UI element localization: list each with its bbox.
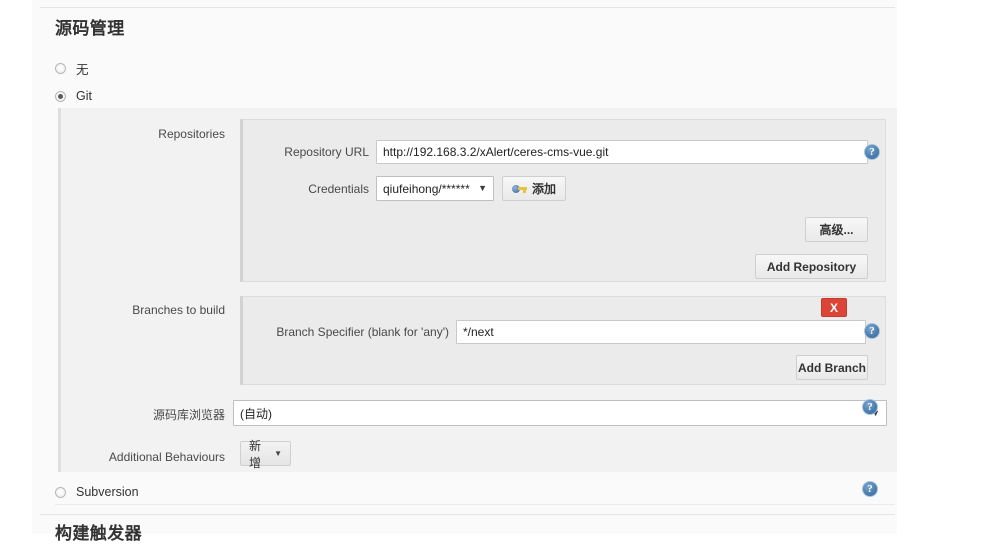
radio-none[interactable] [55, 62, 66, 74]
help-icon-repository-browser[interactable]: ? [862, 399, 878, 415]
add-branch-button-label: Add Branch [797, 360, 866, 375]
scm-option-none-label: 无 [76, 62, 89, 77]
branch-specifier-input[interactable] [456, 320, 866, 344]
repositories-label: Repositories [158, 127, 225, 141]
git-config-panel: Repositories Repository URL Credentials … [58, 108, 897, 472]
advanced-button[interactable]: 高级... [805, 217, 868, 242]
scm-option-subversion[interactable]: Subversion [55, 482, 139, 502]
add-branch-button[interactable]: Add Branch [796, 355, 868, 380]
radio-subversion[interactable] [55, 486, 66, 498]
repositories-panel: Repository URL Credentials qiufeihong/**… [240, 119, 886, 282]
scm-configuration-page: 源码管理 无 Git Repositories Repository URL C… [0, 0, 1000, 543]
page-title: 源码管理 [55, 19, 125, 38]
credentials-selected-value: qiufeihong/****** [383, 181, 470, 196]
repository-url-input[interactable] [376, 140, 868, 164]
scm-option-git[interactable]: Git [55, 86, 92, 106]
branch-specifier-label: Branch Specifier (blank for 'any') [276, 325, 449, 339]
content-column: 源码管理 无 Git Repositories Repository URL C… [32, 0, 897, 543]
chevron-down-icon: ▼ [274, 448, 282, 458]
radio-git[interactable] [55, 90, 66, 102]
credentials-select[interactable]: qiufeihong/****** ▼ [376, 176, 494, 201]
scm-option-none[interactable]: 无 [55, 58, 89, 78]
section-top-divider [40, 7, 895, 8]
scm-bottom-divider [55, 504, 895, 505]
repository-browser-select[interactable]: (自动) ▼ [233, 400, 887, 426]
scm-option-subversion-label: Subversion [76, 485, 139, 499]
repository-url-label: Repository URL [284, 145, 369, 159]
credentials-label: Credentials [308, 182, 369, 196]
next-section-divider [40, 514, 895, 515]
advanced-button-label: 高级... [819, 223, 854, 237]
help-icon-subversion[interactable]: ? [862, 481, 878, 497]
additional-behaviours-label: Additional Behaviours [108, 450, 225, 464]
scm-option-git-label: Git [76, 89, 92, 103]
branches-panel: Branch Specifier (blank for 'any') Add B… [240, 296, 886, 385]
add-credentials-label: 添加 [532, 182, 557, 196]
add-repository-button-label: Add Repository [766, 259, 857, 274]
delete-branch-button-label: X [829, 300, 838, 315]
help-icon-repository-url[interactable]: ? [864, 144, 880, 160]
add-credentials-button[interactable]: 添加 [502, 176, 567, 201]
branches-to-build-label: Branches to build [132, 303, 225, 317]
repository-browser-label: 源码库浏览器 [152, 408, 225, 422]
chevron-down-icon: ▼ [478, 183, 487, 193]
add-behaviour-button-label: 新增 [249, 438, 262, 470]
next-section-title: 构建触发器 [55, 524, 142, 543]
repository-browser-selected-value: (自动) [240, 406, 272, 421]
add-behaviour-button[interactable]: 新增 ▼ [240, 439, 291, 470]
delete-branch-button[interactable]: X [821, 298, 847, 317]
add-repository-button[interactable]: Add Repository [755, 254, 868, 279]
key-icon [512, 183, 527, 195]
help-icon-branch-specifier[interactable]: ? [864, 323, 880, 339]
